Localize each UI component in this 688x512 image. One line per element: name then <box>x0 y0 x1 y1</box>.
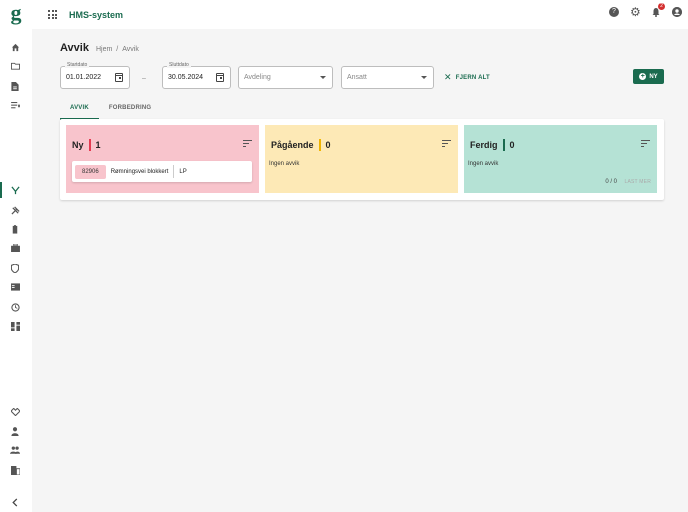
column-pagaende: Pågående 0 Ingen avvik <box>265 125 458 193</box>
end-date-field[interactable]: Sluttdato 30.05.2024 <box>162 62 231 89</box>
deviation-card[interactable]: 82906 Rømningsvei blokkert LP <box>72 161 252 182</box>
calendar-icon[interactable] <box>115 73 123 82</box>
tab-avvik[interactable]: AVVIK <box>60 102 99 120</box>
column-title: Ny <box>72 140 84 150</box>
shield-icon[interactable] <box>10 263 20 273</box>
battery-icon[interactable] <box>10 224 20 234</box>
sidebar-active-indicator <box>0 182 2 198</box>
date-range-separator: – <box>142 75 146 82</box>
dashboard-icon[interactable] <box>10 321 20 331</box>
column-header: Ny 1 <box>72 139 101 151</box>
column-count: 0 <box>509 140 515 150</box>
clear-all-label: FJERN ALT <box>455 74 490 81</box>
help-icon[interactable]: ? <box>609 7 619 17</box>
column-ferdig: Ferdig 0 Ingen avvik 0 / 0 LAST MER <box>464 125 657 193</box>
department-placeholder: Avdeling <box>244 74 271 81</box>
employee-select[interactable]: Ansatt <box>341 66 434 89</box>
start-date-label: Startdato <box>65 62 90 68</box>
sidebar <box>0 29 32 512</box>
card-title: Rømningsvei blokkert <box>110 168 169 175</box>
column-title: Pågående <box>271 140 314 150</box>
person-icon[interactable] <box>10 426 20 436</box>
sort-icon[interactable] <box>442 140 451 149</box>
load-more-button[interactable]: LAST MER <box>624 179 651 185</box>
column-count: 0 <box>325 140 331 150</box>
new-button-label: NY <box>649 73 658 80</box>
home-icon[interactable] <box>10 42 20 52</box>
deviation-icon[interactable] <box>10 185 20 195</box>
kanban-board: Ny 1 82906 Rømningsvei blokkert LP Pågåe… <box>60 119 664 200</box>
top-bar: g HMS-system ? ⚙ 2 <box>0 0 688 29</box>
breadcrumb-separator: / <box>116 46 119 53</box>
card-user-initials: LP <box>179 168 187 175</box>
briefcase-icon[interactable] <box>10 243 20 253</box>
new-deviation-button[interactable]: + NY <box>633 69 664 84</box>
column-header: Pågående 0 <box>271 139 331 151</box>
handshake-icon[interactable] <box>10 407 20 417</box>
column-count: 1 <box>95 140 101 150</box>
employee-placeholder: Ansatt <box>347 74 367 81</box>
apps-grid-icon[interactable] <box>48 10 57 19</box>
account-icon[interactable] <box>672 7 682 17</box>
building-icon[interactable] <box>10 465 20 475</box>
page-title: Avvik <box>60 42 89 54</box>
chevron-left-icon[interactable] <box>10 497 20 507</box>
tab-forbedring[interactable]: FORBEDRING <box>99 102 161 120</box>
plus-icon: + <box>639 73 647 80</box>
book-icon[interactable] <box>10 282 20 292</box>
card-id: 82906 <box>75 164 106 179</box>
main-content: Avvik Hjem / Avvik Startdato 01.01.2022 … <box>32 29 688 512</box>
end-date-value[interactable]: 30.05.2024 <box>168 74 203 81</box>
folder-icon[interactable] <box>10 61 20 71</box>
list-icon[interactable] <box>10 100 20 110</box>
dropdown-arrow-icon <box>320 76 326 79</box>
gear-icon[interactable]: ⚙ <box>630 6 641 18</box>
empty-message: Ingen avvik <box>468 161 499 167</box>
column-divider <box>502 139 505 151</box>
sort-icon[interactable] <box>641 140 650 149</box>
people-icon[interactable] <box>10 445 20 455</box>
dropdown-arrow-icon <box>421 76 427 79</box>
calendar-icon[interactable] <box>216 73 224 82</box>
app-name[interactable]: HMS-system <box>69 10 123 20</box>
department-select[interactable]: Avdeling <box>238 66 333 89</box>
history-icon[interactable] <box>10 302 20 312</box>
close-icon: ✕ <box>444 72 452 82</box>
end-date-label: Sluttdato <box>167 62 191 68</box>
app-logo[interactable]: g <box>0 1 32 24</box>
start-date-field[interactable]: Startdato 01.01.2022 <box>60 62 130 89</box>
column-title: Ferdig <box>470 140 498 150</box>
title-bar: Avvik Hjem / Avvik <box>60 42 139 54</box>
document-icon[interactable] <box>10 81 20 91</box>
pagination-count: 0 / 0 <box>605 179 617 185</box>
breadcrumb-current: Avvik <box>122 46 139 53</box>
start-date-value[interactable]: 01.01.2022 <box>66 74 101 81</box>
tab-bar: AVVIK FORBEDRING <box>60 102 161 120</box>
empty-message: Ingen avvik <box>269 161 300 167</box>
card-divider <box>173 165 175 178</box>
breadcrumb-home[interactable]: Hjem <box>96 46 112 53</box>
tools-icon[interactable] <box>10 205 20 215</box>
column-divider <box>318 139 321 151</box>
notification-badge: 2 <box>658 3 665 10</box>
column-ny: Ny 1 82906 Rømningsvei blokkert LP <box>66 125 259 193</box>
sort-icon[interactable] <box>243 140 252 149</box>
column-header: Ferdig 0 <box>470 139 515 151</box>
column-divider <box>88 139 91 151</box>
clear-all-button[interactable]: ✕ FJERN ALT <box>444 72 490 83</box>
bell-icon[interactable]: 2 <box>651 3 665 17</box>
